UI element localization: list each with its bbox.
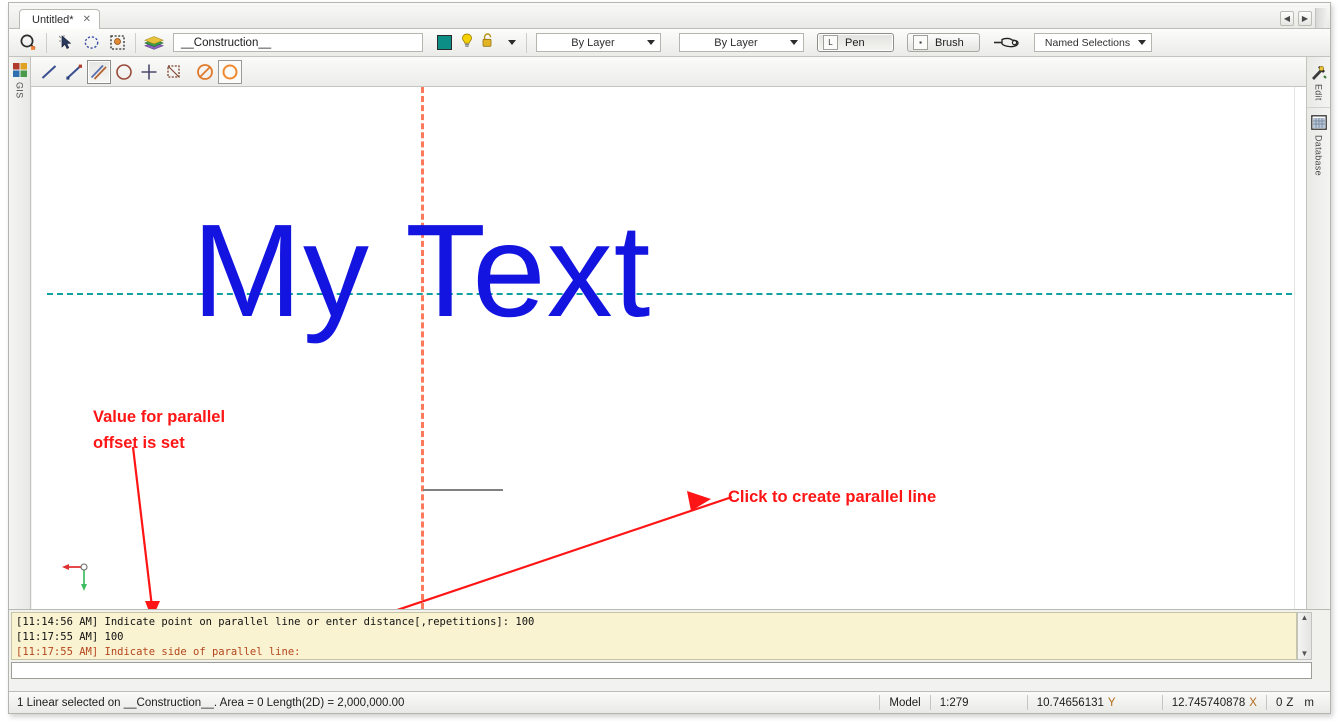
grid-table-icon (1310, 114, 1328, 132)
right-dock-panel: Edit Database (1306, 57, 1330, 609)
annotation-offset-value: Value for parallel offset is set (93, 405, 225, 456)
vertical-parallel-guide[interactable] (421, 87, 424, 609)
dock-tab-edit-label: Edit (1313, 84, 1324, 101)
no-fill-tool[interactable] (193, 60, 217, 84)
named-selections-combo[interactable]: Named Selections (1034, 33, 1152, 52)
toolbar-separator-2 (135, 32, 136, 53)
status-scale[interactable]: 1:279 (931, 692, 1027, 713)
linetype-combo-value: By Layer (571, 36, 615, 49)
chevron-down-icon[interactable] (508, 40, 516, 45)
console-log-line: [11:17:55 AM] Indicate side of parallel … (16, 646, 301, 658)
status-coord-y-axis: Y (1107, 696, 1116, 709)
pen-button-label: Pen (845, 36, 865, 49)
status-view-mode[interactable]: Model (880, 692, 929, 713)
chevron-down-icon (647, 40, 655, 45)
status-selection-info: 1 Linear selected on __Construction__. A… (17, 696, 405, 709)
linetype-combo[interactable]: By Layer (536, 33, 661, 52)
pointing-hand-icon[interactable] (992, 32, 1022, 54)
chevron-right-icon[interactable]: ▶ (1298, 11, 1312, 26)
annotation-click-parallel: Click to create parallel line (728, 485, 936, 511)
command-input[interactable] (11, 662, 1312, 679)
gis-icon (11, 61, 29, 79)
status-coord-x-value: 12.745740878 (1171, 696, 1246, 709)
pen-button-mini-icon: L (823, 35, 838, 50)
annotation-offset-value-line2: offset is set (93, 433, 185, 452)
line-with-endpoint-tool[interactable] (62, 60, 86, 84)
point-tool[interactable] (137, 60, 161, 84)
brush-button-label: Brush (935, 36, 964, 49)
layers-icon[interactable] (143, 32, 165, 54)
dock-tab-database[interactable]: Database (1307, 108, 1330, 176)
lineweight-combo[interactable]: By Layer (679, 33, 804, 52)
layer-color-swatch[interactable] (437, 35, 452, 50)
axis-orientation-gizmo (54, 559, 100, 599)
status-coord-z-value: 0 (1275, 696, 1283, 709)
lineweight-combo-value: By Layer (714, 36, 758, 49)
status-coord-x: 12.745740878 X (1163, 692, 1266, 713)
tab-untitled[interactable]: Untitled* ✕ (19, 9, 100, 29)
chevron-down-icon (790, 40, 798, 45)
annotation-click-parallel-line1: Click to create parallel line (728, 488, 937, 506)
named-selections-value: Named Selections (1044, 36, 1131, 49)
dock-tab-gis-label: GIS (14, 82, 25, 99)
selected-line-segment[interactable] (423, 489, 503, 491)
marquee-select-icon[interactable] (106, 32, 128, 54)
console-log-line: [11:14:56 AM] Indicate point on parallel… (16, 616, 535, 628)
status-units: m (1304, 696, 1314, 709)
console-log[interactable]: [11:14:56 AM] Indicate point on parallel… (11, 612, 1297, 660)
line-tool[interactable] (37, 60, 61, 84)
brush-button-mini-icon: ▪ (913, 35, 928, 50)
command-console: [11:14:56 AM] Indicate point on parallel… (9, 609, 1330, 681)
status-coord-x-axis: X (1249, 696, 1257, 709)
parallel-line-tool[interactable] (87, 59, 111, 84)
active-layer-name: __Construction__ (181, 36, 272, 49)
status-coord-y: 10.74656131 Y (1028, 692, 1162, 713)
layer-properties-group (437, 32, 516, 53)
toolbar-separator-3 (526, 32, 527, 53)
toolbar-separator (46, 32, 47, 53)
dock-tab-database-label: Database (1313, 134, 1324, 176)
main-toolbar: __Construction__ By Layer By Layer L Pen… (9, 29, 1330, 57)
canvas-vertical-scrollbar[interactable] (1294, 87, 1306, 609)
lock-icon[interactable] (482, 32, 493, 53)
pen-button[interactable]: L Pen (817, 33, 894, 52)
dock-tab-gis[interactable]: GIS (9, 57, 30, 98)
canvas-text-object[interactable]: My Text (192, 205, 651, 337)
brush-button[interactable]: ▪ Brush (907, 33, 980, 52)
bulb-icon[interactable] (461, 33, 473, 53)
scroll-up-icon[interactable]: ▲ (1301, 614, 1309, 622)
region-tool[interactable] (162, 60, 186, 84)
annotation-arrows (131, 446, 733, 609)
tabbar-scrollbar[interactable] (1315, 8, 1327, 28)
lasso-select-icon[interactable] (80, 32, 102, 54)
status-coord-y-value: 10.74656131 (1036, 696, 1104, 709)
document-tab-bar: Untitled* ✕ ◀ ▶ (9, 7, 1330, 29)
chevron-down-icon (1138, 40, 1146, 45)
tab-scroll-buttons: ◀ ▶ (1280, 11, 1312, 26)
drawing-canvas[interactable]: My Text Value for parallel offset is set… (32, 87, 1296, 609)
close-icon[interactable]: ✕ (83, 14, 91, 25)
status-coord-z: 0 Z (1267, 692, 1302, 713)
window-frame: Untitled* ✕ ◀ ▶ __Construction__ By Laye… (8, 2, 1331, 714)
console-log-line: [11:17:55 AM] 100 (16, 631, 124, 643)
application-window: Untitled* ✕ ◀ ▶ __Construction__ By Laye… (0, 0, 1339, 724)
chevron-left-icon[interactable]: ◀ (1280, 11, 1294, 26)
active-layer-field[interactable]: __Construction__ (173, 33, 423, 52)
scroll-down-icon[interactable]: ▼ (1301, 650, 1309, 658)
status-coord-z-axis: Z (1286, 696, 1294, 709)
select-objects-icon[interactable] (17, 32, 39, 54)
fill-circle-tool[interactable] (218, 59, 242, 84)
pointer-icon[interactable] (54, 32, 76, 54)
annotation-offset-value-line1: Value for parallel (93, 408, 226, 426)
console-scrollbar[interactable]: ▲ ▼ (1297, 612, 1312, 660)
left-dock-panel: GIS (9, 57, 31, 609)
dock-tab-edit[interactable]: Edit (1307, 57, 1330, 101)
draw-toolbar (9, 57, 1330, 87)
status-bar: 1 Linear selected on __Construction__. A… (9, 691, 1330, 713)
circle-tool[interactable] (112, 60, 136, 84)
tab-label: Untitled* (32, 13, 74, 26)
tools-hammer-icon (1310, 63, 1328, 81)
